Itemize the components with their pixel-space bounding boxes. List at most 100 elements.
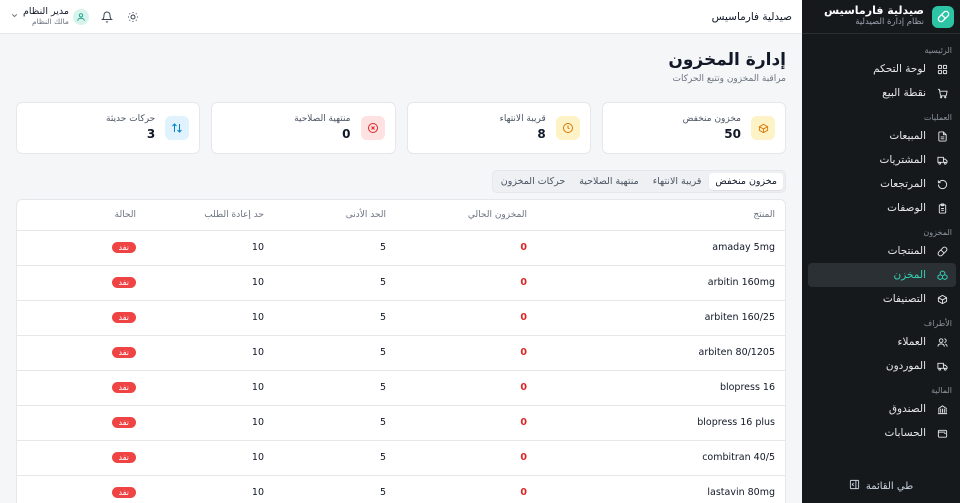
status-badge: نفد (111, 277, 136, 288)
stat-card: قريبة الانتهاء 8 (406, 102, 591, 154)
cell-current-stock: 0 (386, 370, 527, 406)
users-icon (936, 336, 948, 348)
nav-group: العمليات المبيعات المشتريات المرتجعات الوصفا… (802, 107, 960, 220)
sidebar-item-cart[interactable]: نقطة البيع (808, 81, 956, 105)
nav-group-title: الرئيسية (924, 46, 952, 55)
nav-group-title: المالية (931, 386, 952, 395)
sidebar-item-bank[interactable]: الصندوق (808, 397, 956, 421)
cell-product: lastavin 80mg (527, 475, 785, 503)
nav-group-title: العمليات (923, 113, 952, 122)
boxes-icon (936, 269, 948, 281)
header-current-stock: المخزون الحالي (386, 200, 527, 231)
collapse-sidebar-button[interactable]: طي القائمة (802, 479, 960, 493)
sidebar-item-label: العملاء (897, 336, 926, 348)
sidebar-item-receipt[interactable]: المبيعات (808, 124, 956, 148)
clock-icon (555, 116, 580, 140)
stats-row: مخزون منخفض 50 قريبة الانتهاء 8 منتهية الصلا… (16, 102, 786, 154)
cell-status: نفد (17, 230, 136, 266)
wallet-icon (936, 427, 948, 439)
nav-group-title: المخزون (923, 228, 952, 237)
sidebar-item-label: المبيعات (889, 130, 926, 142)
cell-product: blopress 16 (527, 370, 785, 406)
table-row[interactable]: lastavin 80mg 0 5 10 نفد (17, 475, 785, 503)
sidebar-item-label: نقطة البيع (882, 87, 926, 99)
cell-status: نفد (17, 475, 136, 503)
status-badge: نفد (111, 452, 136, 463)
cart-icon (936, 87, 948, 99)
sidebar-item-package[interactable]: التصنيفات (808, 287, 956, 311)
cell-reorder-level: 10 (136, 370, 264, 406)
sidebar-item-label: المشتريات (879, 154, 926, 166)
status-badge: نفد (111, 417, 136, 428)
sidebar-item-truck[interactable]: الموردون (808, 354, 956, 378)
tab[interactable]: مخزون منخفض (709, 173, 783, 190)
nav-group: المخزون المنتجات المخزن التصنيفات (802, 222, 960, 311)
collapse-label: طي القائمة (865, 480, 914, 492)
sidebar-nav: الرئيسية لوحة التحكم نقطة البيع العمليات الم… (802, 34, 960, 445)
status-badge: نفد (111, 312, 136, 323)
sidebar-item-label: المنتجات (887, 245, 926, 257)
user-menu[interactable]: مدير النظام مالك النظام (10, 6, 89, 26)
sidebar-item-return[interactable]: المرتجعات (808, 172, 956, 196)
status-badge: نفد (111, 487, 136, 498)
cell-product: arbiten 160/25 (527, 300, 785, 336)
cell-min-stock: 5 (264, 370, 386, 406)
cell-min-stock: 5 (264, 300, 386, 336)
tab[interactable]: حركات المخزون (495, 173, 571, 190)
cell-status: نفد (17, 300, 136, 336)
stat-value: 8 (537, 127, 546, 142)
sidebar: صيدلية فارماسيس نظام إدارة الصيدلية الرئ… (802, 0, 960, 503)
cell-current-stock: 0 (386, 405, 527, 441)
sidebar-toggle-icon (849, 479, 860, 493)
cell-min-stock: 5 (264, 405, 386, 441)
nav-group-title: الأطراف (923, 319, 952, 328)
page-subtitle: مراقبة المخزون وتتبع الحركات (672, 74, 786, 84)
cell-reorder-level: 10 (136, 475, 264, 503)
stat-value: 0 (342, 127, 351, 142)
theme-sun-icon[interactable] (125, 9, 141, 25)
inventory-table: المنتج المخزون الحالي الحد الأدنى حد إعا… (16, 199, 786, 503)
sidebar-item-users[interactable]: العملاء (808, 330, 956, 354)
tab[interactable]: قريبة الانتهاء (647, 173, 708, 190)
sidebar-item-wallet[interactable]: الحسابات (808, 421, 956, 445)
cell-reorder-level: 10 (136, 265, 264, 301)
table-row[interactable]: arbiten 160/25 0 5 10 نفد (17, 300, 785, 336)
inventory-tabs: مخزون منخفض قريبة الانتهاء منتهية الصلاحية… (491, 170, 786, 193)
receipt-icon (936, 130, 948, 142)
stat-label: مخزون منخفض (682, 114, 741, 125)
sidebar-item-pill[interactable]: المنتجات (808, 239, 956, 263)
user-role: مالك النظام (31, 16, 69, 26)
avatar (72, 8, 89, 25)
cell-reorder-level: 10 (136, 405, 264, 441)
stat-value: 3 (146, 127, 156, 142)
table-row[interactable]: blopress 16 plus 0 5 10 نفد (17, 405, 785, 441)
chevron-down-icon (10, 10, 19, 23)
table-row[interactable]: combitran 40/5 0 5 10 نفد (17, 440, 785, 476)
sidebar-item-label: المخزن (893, 269, 926, 281)
cell-current-stock: 0 (386, 440, 527, 476)
sidebar-item-truck[interactable]: المشتريات (808, 148, 956, 172)
stat-label: منتهية الصلاحية (294, 114, 351, 125)
cell-current-stock: 0 (386, 335, 527, 371)
sidebar-item-clipboard[interactable]: الوصفات (808, 196, 956, 220)
sidebar-item-boxes[interactable]: المخزن (808, 263, 956, 287)
table-row[interactable]: blopress 16 0 5 10 نفد (17, 370, 785, 406)
topbar: صيدلية فارماسيس مدير النظام مالك النظام (0, 0, 802, 34)
cell-reorder-level: 10 (136, 440, 264, 476)
stat-card: حركات حديثة 3 (16, 102, 201, 154)
cell-product: combitran 40/5 (527, 440, 785, 476)
brand: صيدلية فارماسيس نظام إدارة الصيدلية (802, 0, 960, 34)
cell-status: نفد (17, 265, 136, 301)
table-row[interactable]: amaday 5mg 0 5 10 نفد (17, 230, 785, 266)
status-badge: نفد (111, 382, 136, 393)
sidebar-item-grid[interactable]: لوحة التحكم (808, 57, 956, 81)
table-row[interactable]: arbitin 160mg 0 5 10 نفد (17, 265, 785, 301)
main-content: إدارة المخزون مراقبة المخزون وتتبع الحرك… (0, 34, 802, 503)
nav-group: المالية الصندوق الحسابات (802, 380, 960, 445)
table-row[interactable]: arbiten 80/1205 0 5 10 نفد (17, 335, 785, 371)
page-title: إدارة المخزون (668, 50, 786, 70)
table-header-row: المنتج المخزون الحالي الحد الأدنى حد إعا… (17, 200, 785, 231)
sidebar-item-label: التصنيفات (882, 293, 926, 305)
notifications-bell-icon[interactable] (99, 9, 115, 25)
tab[interactable]: منتهية الصلاحية (573, 173, 644, 190)
